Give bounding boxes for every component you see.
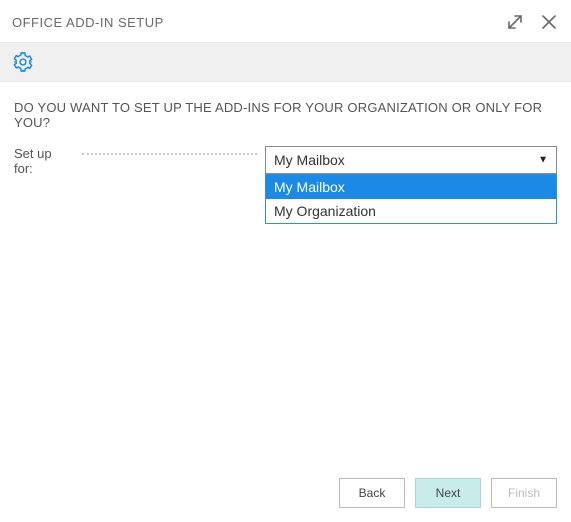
- finish-button: Finish: [491, 478, 557, 508]
- select-value: My Mailbox: [274, 152, 345, 168]
- setup-for-label: Set up for:: [14, 146, 82, 176]
- next-button[interactable]: Next: [415, 478, 481, 508]
- chevron-down-icon: ▼: [538, 155, 548, 166]
- setup-question: DO YOU WANT TO SET UP THE ADD-INS FOR YO…: [14, 100, 557, 130]
- select-value-box[interactable]: My Mailbox ▼: [265, 146, 557, 174]
- setup-row: Set up for: My Mailbox ▼ My Mailbox My O…: [14, 146, 557, 176]
- label-dots: [82, 146, 257, 155]
- option-my-organization[interactable]: My Organization: [266, 199, 556, 223]
- select-dropdown: My Mailbox My Organization: [265, 174, 557, 224]
- toolbar: [0, 42, 571, 82]
- setup-for-select[interactable]: My Mailbox ▼ My Mailbox My Organization: [265, 146, 557, 174]
- back-button[interactable]: Back: [339, 478, 405, 508]
- close-icon[interactable]: [539, 12, 559, 32]
- titlebar: OFFICE ADD-IN SETUP: [0, 0, 571, 42]
- footer: Back Next Finish: [339, 478, 557, 508]
- titlebar-controls: [505, 12, 559, 32]
- gear-icon[interactable]: [12, 51, 559, 73]
- window-title: OFFICE ADD-IN SETUP: [12, 15, 164, 30]
- expand-icon[interactable]: [505, 12, 525, 32]
- option-my-mailbox[interactable]: My Mailbox: [266, 175, 556, 199]
- content: DO YOU WANT TO SET UP THE ADD-INS FOR YO…: [0, 82, 571, 194]
